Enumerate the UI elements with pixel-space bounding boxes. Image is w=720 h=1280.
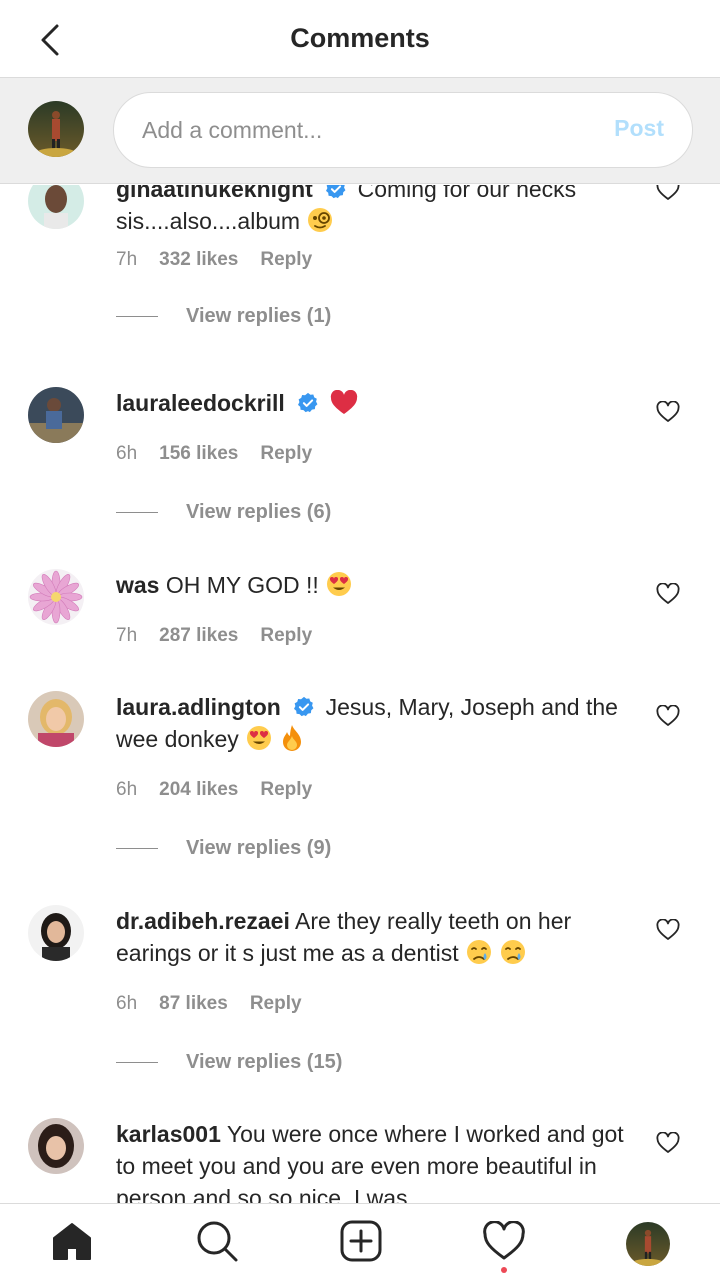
view-replies-button[interactable]: View replies (1): [116, 305, 331, 328]
comment-text: laura.adlington Jesus, Mary, Joseph and …: [116, 691, 636, 755]
like-heart-icon[interactable]: [656, 185, 680, 201]
reply-button[interactable]: Reply: [260, 779, 312, 801]
username[interactable]: karlas001: [116, 1121, 221, 1147]
activity-icon: [483, 1221, 525, 1260]
view-replies-label: View replies (9): [186, 837, 332, 859]
like-count[interactable]: 156 likes: [159, 443, 238, 465]
like-heart-icon[interactable]: [656, 583, 680, 605]
heart-eyes-icon: [327, 572, 352, 596]
nav-profile-avatar[interactable]: [626, 1222, 670, 1266]
comment-text: dr.adibeh.rezaei Are they really teeth o…: [116, 905, 636, 969]
like-heart-icon[interactable]: [656, 1132, 680, 1154]
comment-time: 6h: [116, 779, 138, 800]
avatar[interactable]: [28, 387, 84, 443]
comment-composer: Post: [0, 78, 720, 184]
notification-dot: [501, 1267, 507, 1273]
comment-text: ginaatinukeknight Coming for our necks s…: [116, 185, 636, 237]
comment-input[interactable]: [142, 111, 582, 149]
avatar[interactable]: [28, 905, 84, 961]
username[interactable]: laura.adlington: [116, 694, 281, 720]
current-user-avatar: [28, 101, 84, 157]
reply-button[interactable]: Reply: [250, 993, 302, 1015]
verified-badge-icon: [294, 696, 314, 717]
view-replies-button[interactable]: View replies (15): [116, 1051, 342, 1074]
heart-eyes-icon: [247, 726, 272, 750]
view-replies-label: View replies (1): [186, 305, 332, 327]
like-count[interactable]: 204 likes: [159, 779, 238, 801]
nav-search[interactable]: [194, 1218, 240, 1264]
chevron-left-icon: [41, 24, 59, 56]
view-replies-button[interactable]: View replies (9): [116, 837, 331, 860]
divider-line: [116, 316, 158, 317]
monocle-face-icon: [308, 208, 333, 232]
avatar[interactable]: [28, 185, 84, 229]
comment-body: OH MY GOD !!: [165, 572, 319, 598]
crying-face-icon: [467, 940, 491, 964]
username[interactable]: lauraleedockrill: [116, 390, 285, 416]
view-replies-button[interactable]: View replies (6): [116, 501, 331, 524]
comment-meta: 7h 332 likes Reply: [116, 249, 312, 271]
comment-time: 7h: [116, 249, 138, 270]
verified-badge-icon: [326, 185, 346, 199]
comment-time: 7h: [116, 625, 138, 646]
username[interactable]: ginaatinukeknight: [116, 185, 313, 202]
back-button[interactable]: [30, 20, 70, 60]
reply-button[interactable]: Reply: [260, 625, 312, 647]
divider-line: [116, 1062, 158, 1063]
reply-button[interactable]: Reply: [260, 443, 312, 465]
comments-list[interactable]: ginaatinukeknight Coming for our necks s…: [0, 185, 720, 1203]
fire-icon: [282, 725, 301, 751]
nav-home[interactable]: [49, 1218, 95, 1264]
bottom-nav: [0, 1203, 720, 1280]
like-heart-icon[interactable]: [656, 401, 680, 423]
avatar[interactable]: [28, 1118, 84, 1174]
username[interactable]: was: [116, 572, 159, 598]
post-button[interactable]: Post: [614, 115, 664, 142]
view-replies-label: View replies (6): [186, 501, 332, 523]
comment-text: karlas001 You were once where I worked a…: [116, 1118, 636, 1203]
nav-activity[interactable]: [481, 1218, 527, 1264]
new-post-icon: [340, 1220, 382, 1262]
divider-line: [116, 512, 158, 513]
view-replies-label: View replies (15): [186, 1051, 343, 1073]
like-heart-icon[interactable]: [656, 919, 680, 941]
comment-meta: 6h 156 likes Reply: [116, 443, 312, 465]
reply-button[interactable]: Reply: [260, 249, 312, 271]
crying-face-icon: [501, 940, 526, 964]
comment-time: 6h: [116, 993, 138, 1014]
comment-meta: 7h 287 likes Reply: [116, 625, 312, 647]
like-count[interactable]: 287 likes: [159, 625, 238, 647]
avatar[interactable]: [28, 569, 84, 625]
comment-text: lauraleedockrill: [116, 387, 636, 419]
page-title: Comments: [290, 23, 430, 53]
header: Comments: [0, 0, 720, 78]
home-icon: [53, 1223, 91, 1260]
like-count[interactable]: 332 likes: [159, 249, 238, 271]
avatar[interactable]: [28, 691, 84, 747]
comment-meta: 6h 87 likes Reply: [116, 993, 302, 1015]
red-heart-icon: [330, 390, 357, 414]
comment-meta: 6h 204 likes Reply: [116, 779, 312, 801]
divider-line: [116, 848, 158, 849]
comment-time: 6h: [116, 443, 138, 464]
comment-text: was OH MY GOD !!: [116, 569, 636, 601]
like-count[interactable]: 87 likes: [159, 993, 228, 1015]
nav-new-post[interactable]: [338, 1218, 384, 1264]
search-icon: [197, 1221, 238, 1262]
like-heart-icon[interactable]: [656, 705, 680, 727]
verified-badge-icon: [298, 392, 318, 413]
comment-input-box: Post: [113, 92, 693, 168]
username[interactable]: dr.adibeh.rezaei: [116, 908, 290, 934]
